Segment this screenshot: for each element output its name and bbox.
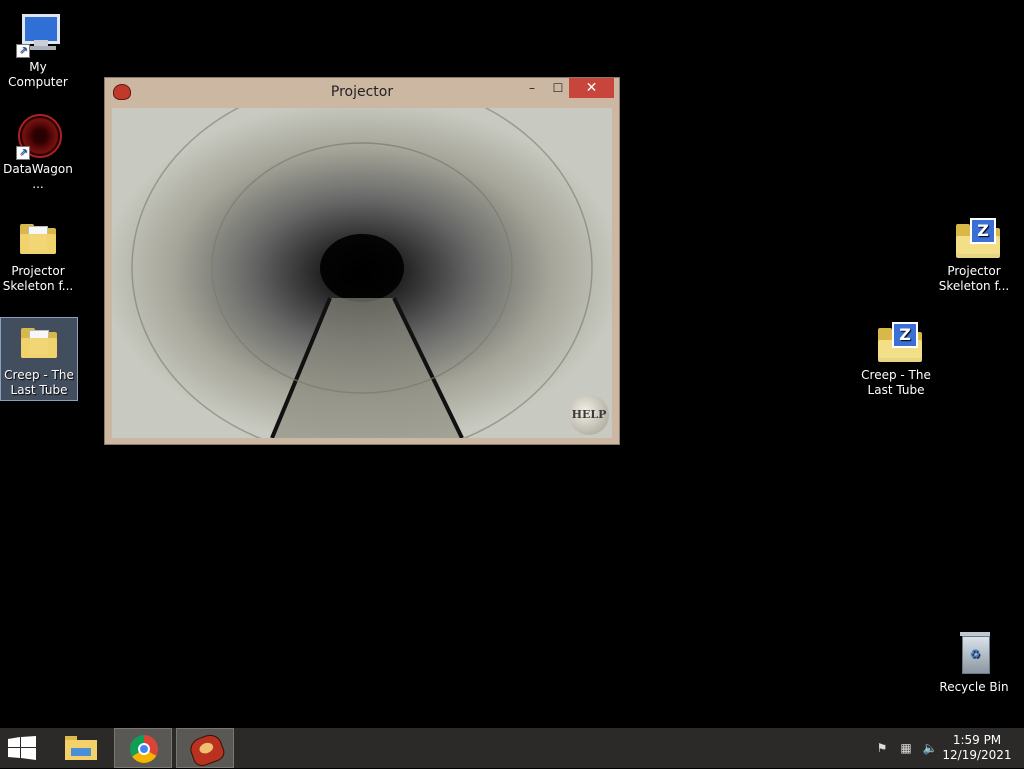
zip-folder-icon: Z: [950, 214, 1000, 262]
taskbar-chrome[interactable]: [114, 728, 172, 768]
tunnel-scene: [131, 108, 593, 438]
maximize-button[interactable]: ☐: [545, 78, 571, 98]
taskbar-file-explorer[interactable]: [52, 728, 110, 768]
help-button[interactable]: HELP: [569, 395, 609, 435]
clock-time: 1:59 PM: [952, 733, 1002, 747]
desktop-icon-label: Projector Skeleton f...: [938, 264, 1010, 293]
desktop-icon-creep-zip[interactable]: Z Creep - The Last Tube: [858, 318, 934, 398]
start-button[interactable]: [8, 736, 38, 760]
game-viewport[interactable]: HELP: [112, 108, 612, 438]
desktop-icon-projector-skeleton-zip[interactable]: Z Projector Skeleton f...: [936, 214, 1012, 294]
desktop-icon-projector-skeleton[interactable]: Projector Skeleton f...: [0, 214, 76, 294]
system-tray: ⚑ ▦ 🔈 1:59 PM 12/19/2021: [864, 728, 1024, 768]
projector-app-icon: [187, 731, 227, 769]
folder-icon: [15, 318, 63, 366]
desktop-icon-label: DataWagon...: [3, 162, 73, 191]
chrome-icon: [130, 735, 158, 763]
minimize-button[interactable]: –: [519, 78, 545, 98]
taskbar: ⚑ ▦ 🔈 1:59 PM 12/19/2021: [0, 728, 1024, 769]
volume-icon[interactable]: 🔈: [922, 741, 938, 755]
desktop-icon-label: My Computer: [8, 60, 68, 89]
datawagon-icon: ↗: [14, 112, 62, 160]
folder-icon: [14, 214, 62, 262]
desktop-icon-my-computer[interactable]: ↗ My Computer: [0, 10, 76, 90]
window-titlebar[interactable]: Projector – ☐ ✕: [105, 78, 619, 108]
desktop-icon-label: Projector Skeleton f...: [2, 264, 74, 293]
projector-window[interactable]: Projector – ☐ ✕ HELP: [104, 77, 620, 445]
desktop-icon-datawagon[interactable]: ↗ DataWagon...: [0, 112, 76, 192]
shortcut-arrow-icon: ↗: [16, 146, 30, 160]
file-explorer-icon: [65, 736, 97, 760]
recycle-bin-icon: ♻: [950, 630, 998, 678]
desktop-icon-creep[interactable]: Creep - The Last Tube: [0, 317, 78, 401]
taskbar-projector[interactable]: [176, 728, 234, 769]
desktop-icon-label: Recycle Bin: [939, 680, 1009, 694]
action-center-flag-icon[interactable]: ⚑: [874, 741, 890, 755]
windows-logo-icon: [8, 736, 36, 760]
desktop-icon-label: Creep - The Last Tube: [861, 368, 931, 397]
shortcut-arrow-icon: ↗: [16, 44, 30, 58]
computer-icon: ↗: [14, 10, 62, 58]
clock[interactable]: 1:59 PM 12/19/2021: [942, 733, 1012, 763]
desktop-icon-recycle-bin[interactable]: ♻ Recycle Bin: [936, 630, 1012, 695]
desktop-icon-label: Creep - The Last Tube: [4, 368, 74, 397]
close-button[interactable]: ✕: [569, 78, 614, 98]
network-icon[interactable]: ▦: [898, 741, 914, 755]
clock-date: 12/19/2021: [942, 748, 1012, 762]
zip-folder-icon: Z: [872, 318, 922, 366]
